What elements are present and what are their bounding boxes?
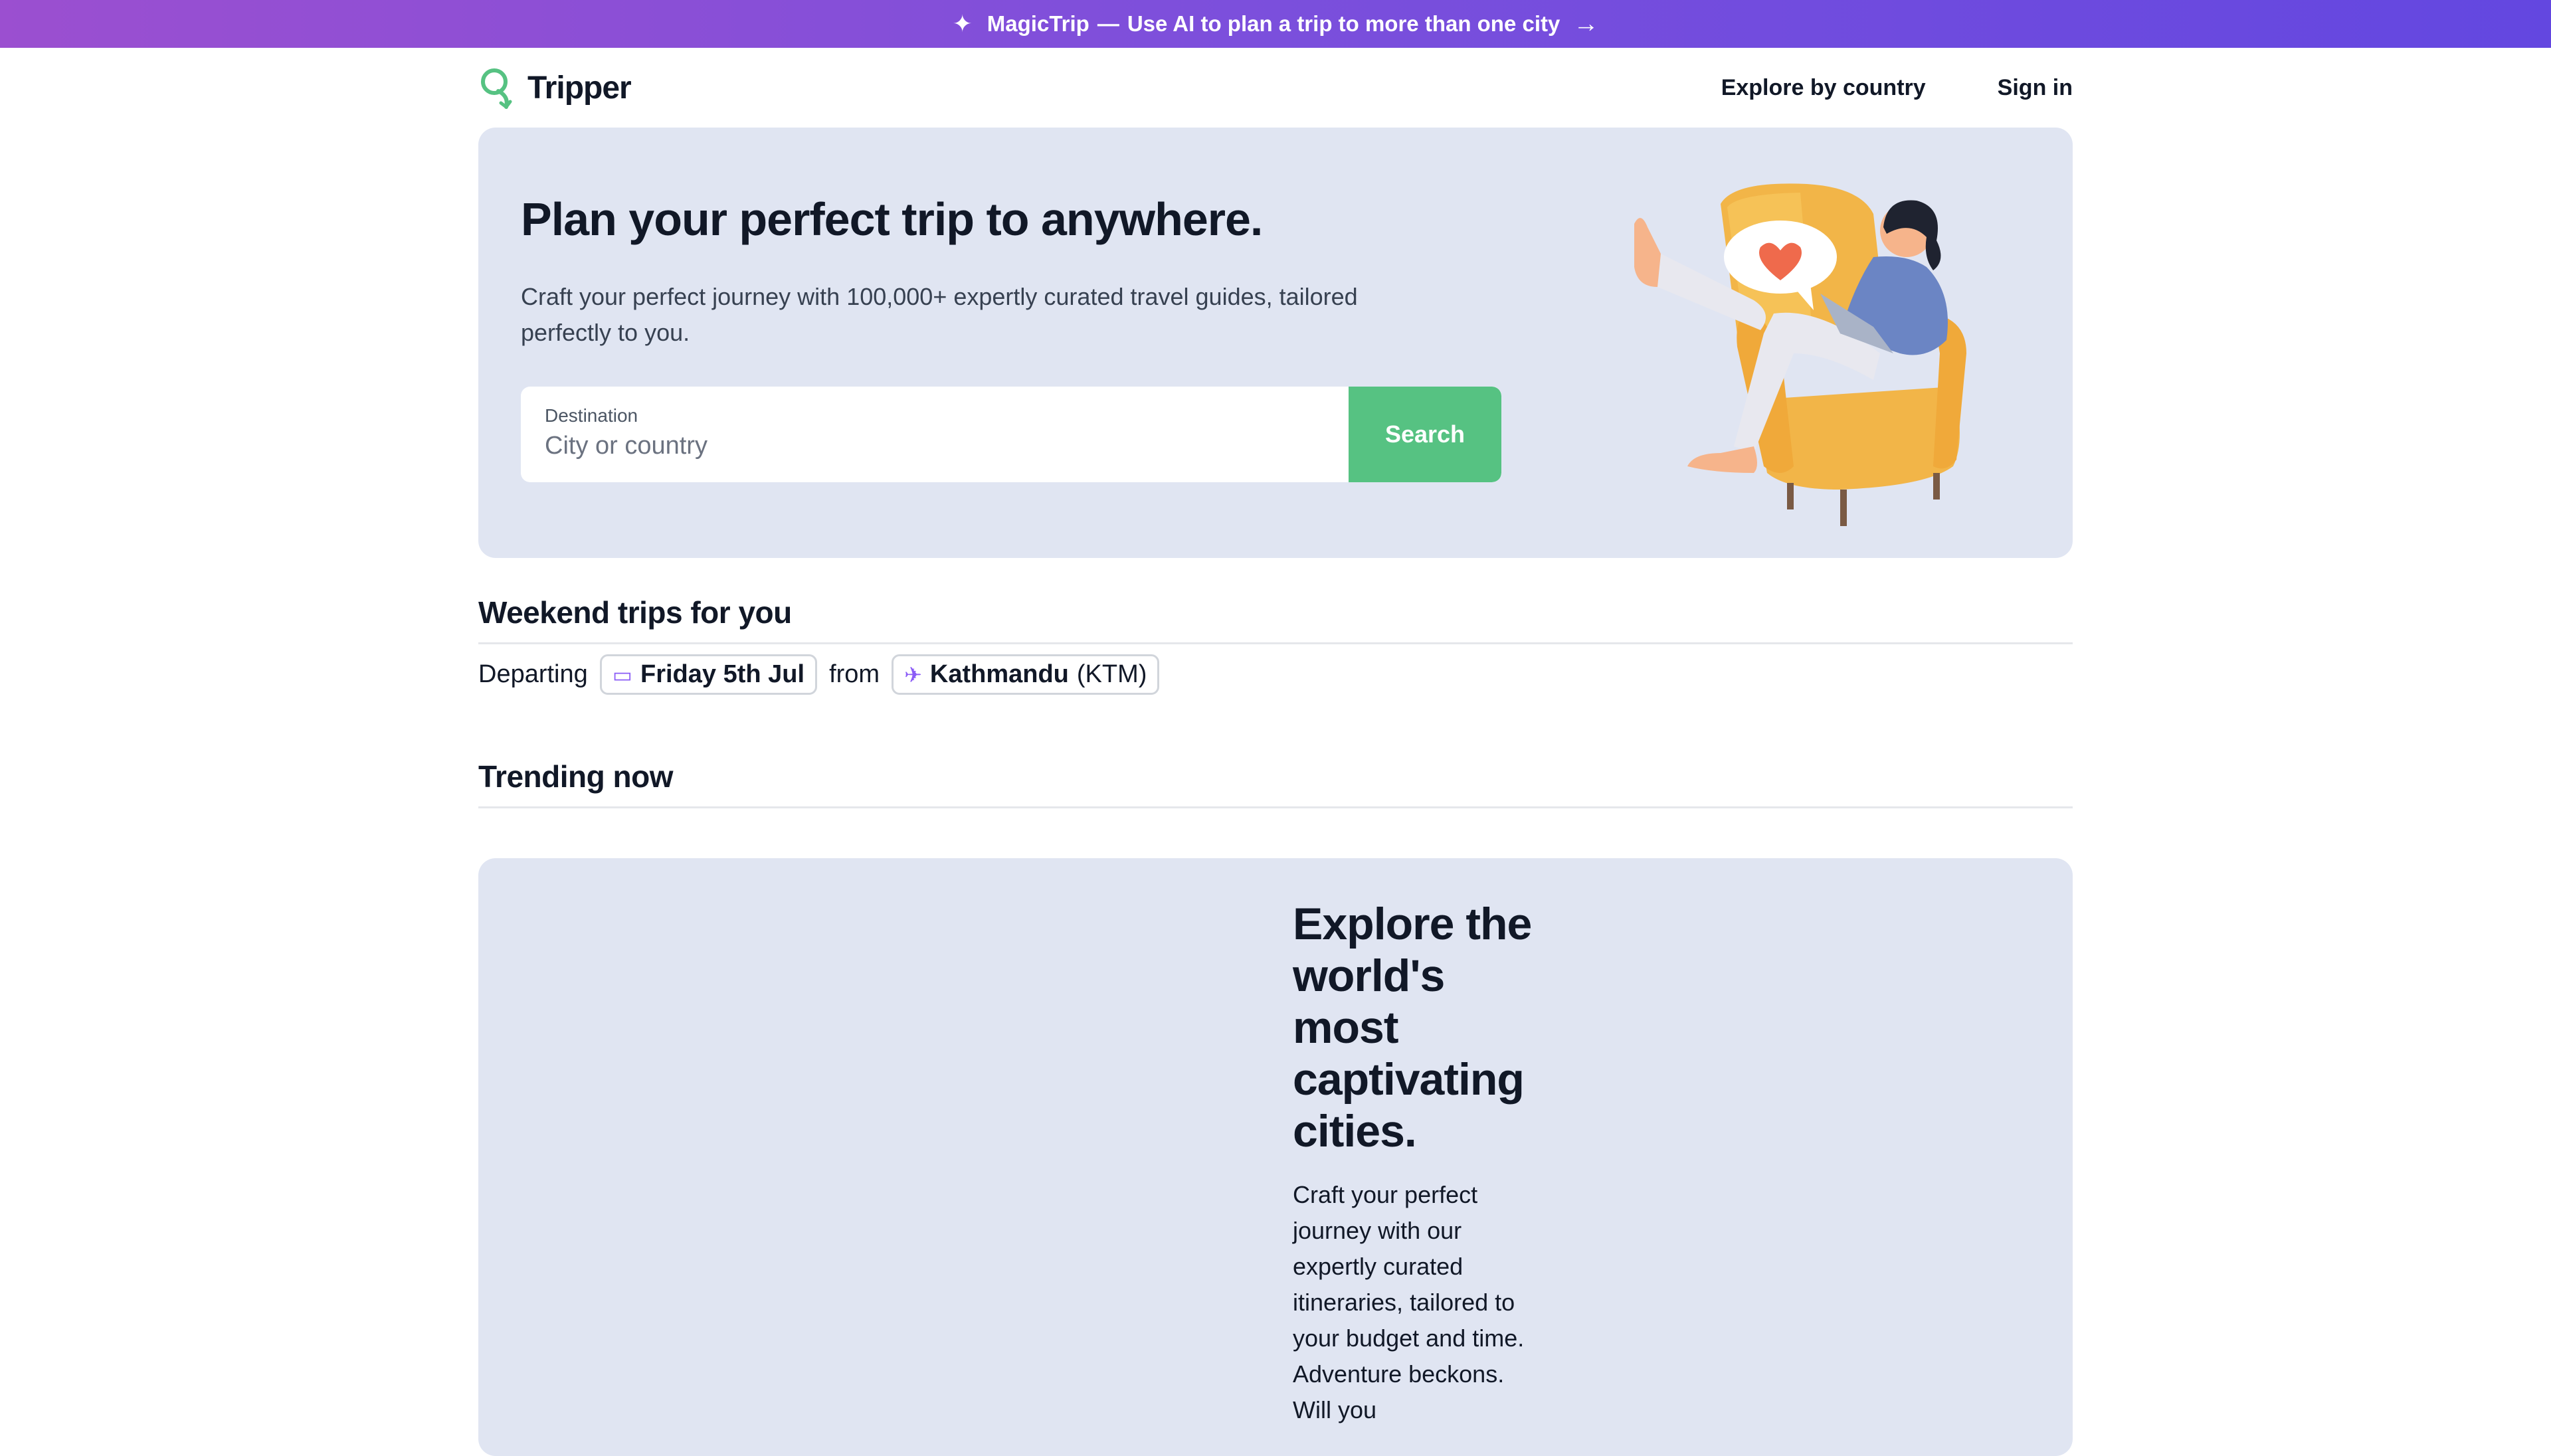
logo[interactable]: Tripper	[478, 66, 632, 110]
promo-text: Use AI to plan a trip to more than one c…	[1127, 11, 1560, 36]
departure-options: Departing ▭ Friday 5th Jul from ✈ Kathma…	[478, 654, 1160, 695]
promo-brand: MagicTrip	[987, 11, 1089, 36]
nav-sign-in[interactable]: Sign in	[1998, 75, 2073, 101]
destination-field[interactable]: Destination	[521, 387, 1349, 482]
departing-label: Departing	[478, 660, 588, 688]
site-header: Tripper Explore by country Sign in	[478, 48, 2073, 128]
sparkle-icon: ✦	[952, 10, 973, 37]
destination-search: Destination Search	[521, 387, 1501, 482]
logo-icon	[481, 68, 512, 109]
weekend-trips-title: Weekend trips for you	[478, 594, 2073, 644]
promo-separator: —	[1097, 11, 1119, 36]
destination-input[interactable]	[545, 432, 1325, 460]
airplane-icon: ✈	[904, 662, 922, 687]
promo-link[interactable]: ✦ MagicTrip — Use AI to plan a trip to m…	[953, 10, 1599, 39]
date-picker-chip[interactable]: ▭ Friday 5th Jul	[599, 654, 818, 695]
from-label: from	[829, 660, 880, 688]
armchair-woman-illustration	[1634, 183, 1966, 526]
promo-banner: ✦ MagicTrip — Use AI to plan a trip to m…	[0, 0, 2551, 48]
hero-title: Plan your perfect trip to anywhere.	[521, 193, 1263, 245]
hero-subtitle: Craft your perfect journey with 100,000+…	[521, 283, 1358, 346]
explore-body: Craft your perfect journey with our expe…	[1293, 1181, 1525, 1423]
arrow-right-icon: →	[1573, 9, 1599, 38]
origin-airport-chip[interactable]: ✈ Kathmandu (KTM)	[892, 654, 1160, 695]
logo-text: Tripper	[527, 70, 632, 106]
destination-label: Destination	[545, 405, 638, 426]
origin-code: (KTM)	[1076, 660, 1147, 688]
departure-date: Friday 5th Jul	[640, 660, 805, 688]
origin-city: Kathmandu	[929, 660, 1069, 688]
main-nav: Explore by country Sign in	[1721, 75, 2073, 101]
trending-now-title: Trending now	[478, 759, 2073, 808]
calendar-icon: ▭	[612, 662, 632, 687]
nav-explore-by-country[interactable]: Explore by country	[1721, 75, 1926, 101]
explore-title: Explore the world's most captivating cit…	[1293, 899, 1532, 1156]
explore-cities-card: Explore the world's most captivating cit…	[478, 858, 2073, 1456]
search-button[interactable]: Search	[1349, 387, 1501, 482]
hero-section: Plan your perfect trip to anywhere. Craf…	[478, 128, 2073, 558]
